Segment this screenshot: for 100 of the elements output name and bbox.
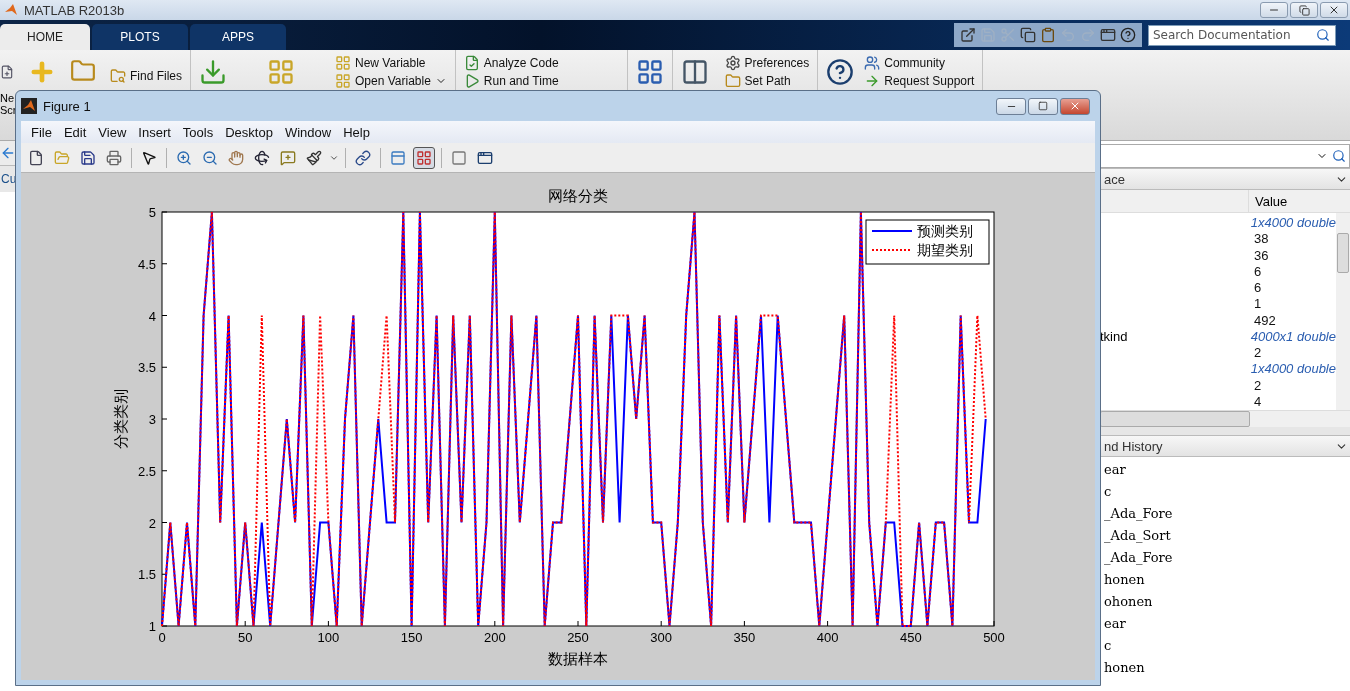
variable-value: 1	[1253, 296, 1262, 313]
x-tick-label: 100	[317, 630, 340, 645]
figure-title: Figure 1	[43, 98, 91, 114]
variable-value: 38	[1253, 231, 1269, 248]
search-icon	[1332, 149, 1346, 163]
history-entry[interactable]: c	[1100, 635, 1350, 657]
variable-name: tkind	[1100, 328, 1129, 345]
legend-label: 期望类别	[917, 242, 973, 258]
menu-item[interactable]: View	[94, 122, 135, 142]
resource-link[interactable]: Community	[864, 55, 975, 71]
variable-value: 4000x1 double	[1249, 328, 1336, 345]
checked-file-icon	[463, 55, 480, 71]
history-entry[interactable]: c	[1100, 481, 1350, 503]
x-tick-label: 250	[567, 630, 589, 645]
maximize-button[interactable]	[1028, 97, 1058, 115]
shortcut-icon	[960, 27, 976, 43]
folder-icon	[54, 149, 70, 166]
window-icon	[477, 149, 493, 166]
hand-icon	[228, 149, 244, 166]
menu-item[interactable]: Desktop	[221, 122, 281, 142]
scrollbar-thumb[interactable]	[1100, 411, 1250, 427]
close-button[interactable]	[1060, 97, 1090, 115]
paste-icon	[1040, 27, 1056, 43]
history-entry[interactable]: ear	[1100, 459, 1350, 481]
folder-icon	[724, 73, 741, 89]
y-tick-label: 2.5	[137, 463, 156, 479]
ribbon-tab[interactable]: PLOTS	[92, 24, 188, 50]
history-entry[interactable]: _Ada_Fore	[1100, 503, 1350, 525]
menu-item[interactable]: Insert	[134, 122, 179, 142]
y-tick-label: 1.5	[137, 567, 156, 583]
menu-item[interactable]: Tools	[178, 122, 222, 142]
variable-value: 4	[1253, 393, 1262, 410]
resource-link[interactable]: Request Support	[864, 73, 975, 89]
windows-icon	[1100, 27, 1116, 43]
y-tick-label: 1	[148, 619, 156, 634]
history-entry[interactable]: ear	[1100, 613, 1350, 635]
y-tick-label: 4	[148, 308, 156, 324]
y-axis-label: 分类类别	[112, 389, 130, 449]
restore-button[interactable]	[1290, 2, 1318, 18]
legend-line	[871, 230, 913, 232]
legend-line	[871, 249, 913, 251]
square-icon	[451, 149, 467, 166]
help-icon	[1120, 27, 1136, 43]
note-icon	[280, 149, 296, 166]
menu-item[interactable]: Window	[280, 122, 340, 142]
environment-button[interactable]: Preferences	[724, 55, 810, 71]
close-icon	[1328, 4, 1340, 16]
close-button[interactable]	[1320, 2, 1348, 18]
close-icon	[1069, 100, 1081, 112]
variable-button[interactable]: Open Variable	[335, 73, 447, 89]
copy-icon	[1020, 27, 1036, 43]
path-field[interactable]	[1100, 144, 1350, 168]
pointer-icon	[141, 149, 157, 166]
history-entry[interactable]: ohonen	[1100, 591, 1350, 613]
x-tick-label: 150	[400, 630, 423, 645]
y-tick-label: 5	[148, 205, 156, 220]
scrollbar-thumb[interactable]	[1337, 233, 1349, 273]
legend-button[interactable]	[413, 146, 435, 169]
environment-button[interactable]: Set Path	[724, 73, 810, 89]
history-entry[interactable]: _Ada_Sort	[1100, 525, 1350, 547]
zoom-in-icon	[176, 149, 192, 166]
y-tick-label: 4.5	[137, 256, 156, 272]
brush-icon	[306, 149, 322, 166]
code-button[interactable]: Run and Time	[463, 73, 559, 89]
scrollbar[interactable]	[1336, 213, 1350, 410]
x-tick-label: 400	[816, 630, 839, 645]
panel-title: nd History	[1104, 438, 1163, 454]
ribbon-tab[interactable]: HOME	[0, 24, 90, 50]
find-files-button[interactable]: Find Files	[110, 68, 182, 84]
rotate-icon	[254, 149, 270, 166]
link-icon	[355, 149, 371, 166]
code-button[interactable]: Analyze Code	[463, 55, 559, 71]
x-tick-label: 500	[983, 630, 1005, 645]
folder-search-icon	[110, 68, 126, 84]
menu-item[interactable]: Help	[339, 122, 378, 142]
variable-value: 492	[1253, 312, 1276, 329]
ribbon-label: Ne	[0, 92, 14, 104]
file-icon	[28, 149, 44, 166]
import-icon	[199, 58, 227, 86]
ribbon-tab[interactable]: APPS	[190, 24, 286, 50]
ribbon-label: Scr	[0, 104, 14, 116]
variable-value: 2	[1253, 377, 1262, 394]
history-entry[interactable]: _Ada_Fore	[1100, 547, 1350, 569]
minimize-button[interactable]	[1260, 2, 1288, 18]
variable-button[interactable]: New Variable	[335, 55, 447, 71]
history-entry[interactable]: honen	[1100, 569, 1350, 591]
grid-icon	[335, 73, 351, 89]
menu-item[interactable]: File	[27, 122, 60, 142]
printer-icon	[106, 149, 122, 166]
people-icon	[864, 55, 881, 71]
variable-value: 1x4000 double	[1249, 361, 1336, 378]
column-header: Value	[1254, 193, 1289, 211]
x-tick-label: 350	[733, 630, 756, 645]
horizontal-scrollbar[interactable]	[1100, 410, 1350, 427]
history-entry[interactable]: honen	[1100, 657, 1350, 679]
menu-item[interactable]: Edit	[59, 122, 95, 142]
minimize-button[interactable]	[996, 97, 1026, 115]
window-title: MATLAB R2013b	[24, 2, 125, 18]
search-field[interactable]: Search Documentation	[1148, 24, 1336, 46]
x-tick-label: 300	[650, 630, 673, 645]
